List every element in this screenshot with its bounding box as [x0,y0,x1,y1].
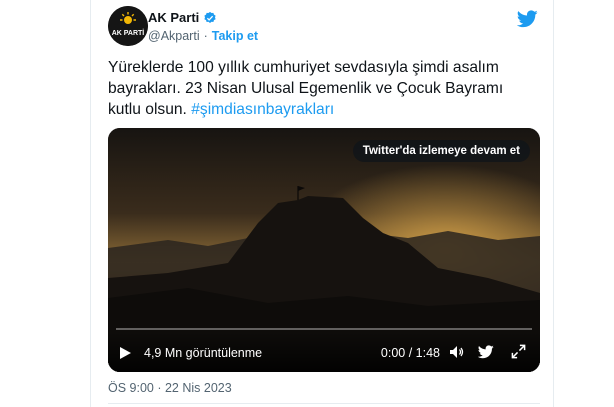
play-icon[interactable] [118,346,132,360]
separator-dot: · [203,29,208,43]
handle-row: @Akparti · Takip et [148,29,258,43]
volume-icon[interactable] [449,344,465,360]
video-controls: 4,9 Mn görüntülenme 0:00 / 1:48 [108,332,540,372]
account-handle[interactable]: @Akparti [148,29,200,43]
expand-icon[interactable] [511,344,526,359]
progress-bar[interactable] [116,328,532,330]
svg-text:AK PARTİ: AK PARTİ [112,29,145,37]
video-time: 0:00 / 1:48 [380,346,440,360]
video-player[interactable]: Twitter'da izlemeye devam et 4,9 Mn görü… [108,128,540,372]
verified-badge-icon [204,11,216,23]
ak-parti-logo-icon: AK PARTİ [108,6,148,46]
watch-on-twitter-button[interactable]: Twitter'da izlemeye devam et [352,140,530,162]
view-count: 4,9 Mn görüntülenme [144,346,263,360]
hashtag-link[interactable]: #şimdiasınbayrakları [191,101,334,118]
tweet-card: AK PARTİ AK Parti @Akparti · Takip et Yü… [90,0,554,407]
account-name-row[interactable]: AK Parti [148,10,217,25]
tweet-text: Yüreklerde 100 yıllık cumhuriyet sevdası… [108,57,538,120]
follow-button[interactable]: Takip et [212,29,258,43]
twitter-bird-icon[interactable] [517,10,538,28]
tweet-timestamp[interactable]: ÖS 9:00 · 22 Nis 2023 [108,381,232,395]
account-name[interactable]: AK Parti [148,10,199,25]
twitter-bird-small-icon[interactable] [478,345,494,359]
divider [108,403,540,404]
avatar[interactable]: AK PARTİ [108,6,148,46]
